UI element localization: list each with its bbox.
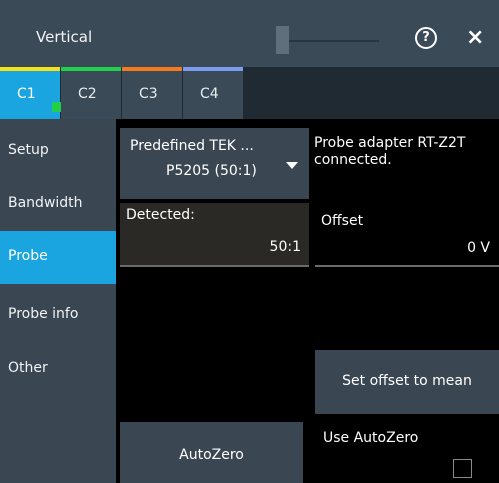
set-offset-to-mean-button[interactable]: Set offset to mean [315,350,499,414]
tab-c1[interactable]: C1 [0,67,62,119]
tab-c2[interactable]: C2 [61,67,121,119]
sidebar-item-probe-info[interactable]: Probe info [0,289,116,342]
close-icon[interactable]: × [466,26,484,50]
tab-c3-color-strip [122,67,182,71]
adapter-status-text: Probe adapter RT-Z2T connected. [314,135,466,168]
autozero-button-label: AutoZero [179,447,244,463]
use-autozero-label: Use AutoZero [323,430,419,446]
use-autozero-checkbox[interactable] [453,459,472,478]
dialog-title: Vertical [36,28,93,46]
tab-c3-label: C3 [139,86,158,102]
sidebar-item-label: Probe [8,248,48,264]
transparency-slider-handle[interactable] [276,26,289,54]
sidebar-item-other[interactable]: Other [0,343,116,396]
offset-label: Offset [321,213,364,229]
autozero-button[interactable]: AutoZero [120,422,303,483]
tab-c2-label: C2 [78,86,97,102]
tab-c4[interactable]: C4 [183,67,243,119]
probe-select-type: Predefined TEK ... [130,138,254,154]
detected-field: Detected: 50:1 [120,203,309,267]
title-bar: Vertical ? × [0,0,499,67]
tab-c4-label: C4 [200,86,219,102]
probe-dropdown-button[interactable] [275,128,309,199]
tab-c3[interactable]: C3 [122,67,182,119]
tab-c1-color-strip [0,67,60,71]
probe-select-model: P5205 (50:1) [166,163,257,179]
sidebar-item-bandwidth[interactable]: Bandwidth [0,178,116,231]
sidebar-item-probe[interactable]: Probe [0,231,116,284]
offset-field[interactable]: Offset 0 V [315,203,499,267]
predefined-probe-select[interactable]: Predefined TEK ... P5205 (50:1) [120,128,275,199]
sidebar: Setup Bandwidth Probe Probe info Other [0,119,116,483]
tab-c1-label: C1 [17,86,36,102]
tab-c4-color-strip [183,67,243,71]
detected-value: 50:1 [269,239,301,255]
probe-settings-panel: Predefined TEK ... P5205 (50:1) Probe ad… [116,119,499,483]
set-offset-button-label: Set offset to mean [342,373,472,389]
chevron-down-icon [286,162,298,169]
help-icon[interactable]: ? [415,27,437,49]
tab-c2-color-strip [61,67,121,71]
sidebar-item-label: Setup [8,142,49,158]
sidebar-item-setup[interactable]: Setup [0,125,116,178]
channel-tab-bar: C1 C2 C3 C4 [0,67,499,119]
sidebar-item-label: Other [8,360,48,376]
transparency-slider-track[interactable] [289,40,379,42]
offset-value[interactable]: 0 V [467,240,490,256]
sidebar-item-label: Bandwidth [8,195,83,211]
sidebar-item-label: Probe info [8,306,79,322]
detected-label: Detected: [126,207,195,223]
